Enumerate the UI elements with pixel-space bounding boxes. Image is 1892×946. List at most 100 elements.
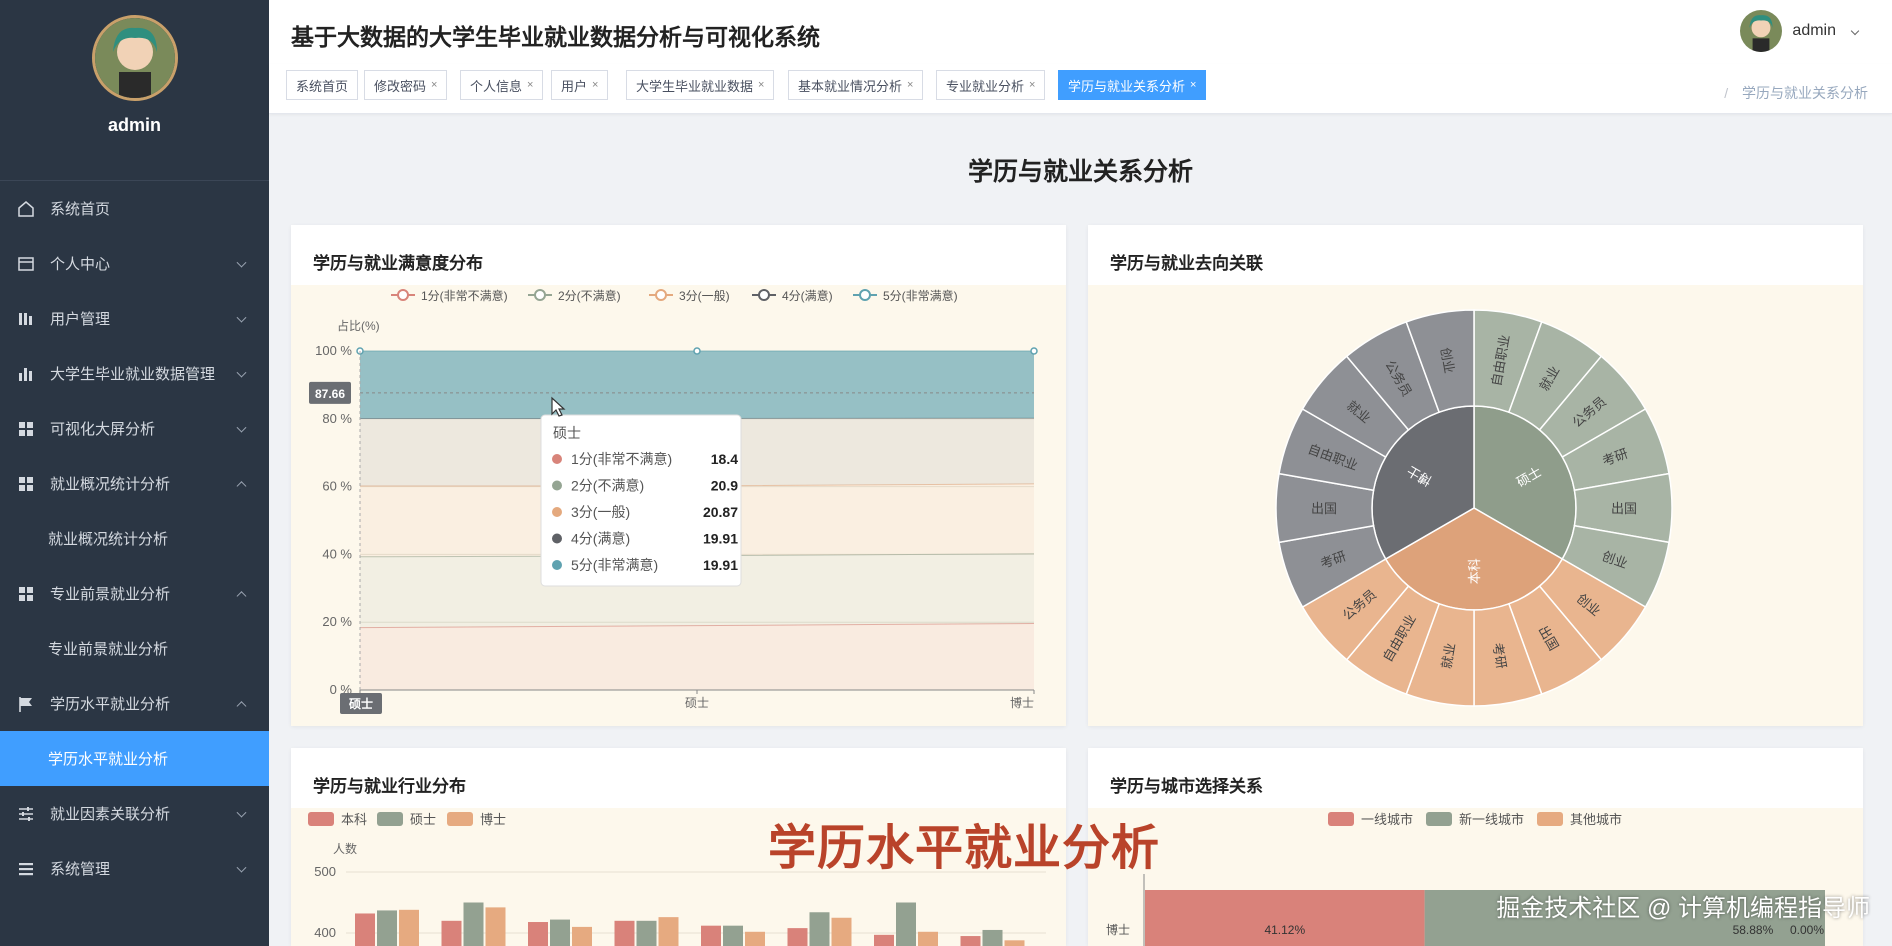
legend-label: 3分(一般) [679, 288, 730, 303]
flag-icon [16, 694, 36, 714]
sidebar-item-label: 个人中心 [50, 256, 111, 273]
grid-icon [16, 474, 36, 494]
sidebar-subitem[interactable]: 专业前景就业分析 [0, 621, 269, 676]
legend-item[interactable]: 硕士 [377, 812, 436, 827]
area-series [360, 623, 1034, 690]
app-title: 基于大数据的大学生毕业就业数据分析与可视化系统 [291, 24, 820, 50]
bar [485, 907, 506, 946]
legend-item[interactable]: 2分(不满意) [528, 288, 621, 303]
close-icon[interactable]: × [1029, 79, 1035, 91]
tooltip-value: 20.87 [703, 504, 738, 520]
sidebar-item-label: 学历水平就业分析 [48, 751, 169, 768]
tick-label: 100 % [315, 343, 352, 358]
legend-item[interactable]: 3分(一般) [649, 288, 730, 303]
sidebar-item[interactable]: 系统管理 [0, 841, 269, 896]
sidebar-item-label: 就业概况统计分析 [48, 531, 169, 548]
legend-item[interactable]: 1分(非常不满意) [391, 288, 508, 303]
destination-chart: 硕士自由职业 就业公务员考研出国创业本科创业出国考研就业自由职业公务员博士考研出国… [1275, 309, 1673, 707]
bar [723, 925, 743, 946]
sidebar-item[interactable]: 学历水平就业分析 [0, 676, 269, 731]
legend-item[interactable]: 5分(非常满意) [853, 288, 958, 303]
sidebar-item[interactable]: 大学生毕业就业数据管理 [0, 346, 269, 401]
bars-icon [16, 309, 36, 329]
chevron-up-icon [236, 590, 247, 601]
tooltip-value: 20.9 [711, 478, 738, 494]
close-icon[interactable]: × [527, 79, 533, 91]
user-name[interactable]: admin [1792, 22, 1836, 40]
bar [658, 917, 679, 946]
bar [1145, 890, 1425, 946]
close-icon[interactable]: × [758, 79, 764, 91]
bar [377, 910, 397, 946]
tab[interactable]: 专业就业分析 × [936, 70, 1046, 100]
sunburst-label: 出国 [1311, 501, 1337, 516]
chart-bars-icon [16, 364, 36, 384]
bar [874, 934, 894, 946]
tooltip-value: 19.91 [703, 531, 738, 547]
sidebar-item[interactable]: 可视化大屏分析 [0, 401, 269, 456]
tooltip-marker [552, 454, 562, 464]
tab[interactable]: 大学生毕业就业数据 × [626, 70, 775, 100]
sidebar-profile: admin [0, 15, 269, 181]
legend-item[interactable]: 新一线城市 [1426, 812, 1524, 827]
bar [918, 931, 938, 946]
tooltip-label: 2分(不满意) [571, 478, 644, 494]
breadcrumb-separator: / [1724, 85, 1729, 101]
tab-bar: / 学历与就业关系分析 系统首页 修改密码 × 个人信息 × 用户 × 大学生毕业就业数据 × 基… [269, 64, 1892, 114]
chevron-down-icon [236, 807, 247, 818]
data-label: 58.88% [1733, 923, 1774, 937]
data-label: 0.00% [1790, 923, 1824, 937]
tab[interactable]: 修改密码 × [364, 70, 448, 100]
breadcrumb-current: 学历与就业关系分析 [1742, 85, 1868, 101]
sidebar-subitem[interactable]: 学历水平就业分析 [0, 731, 269, 786]
sidebar-subitem[interactable]: 就业概况统计分析 [0, 511, 269, 566]
tab[interactable]: 系统首页 [286, 70, 359, 100]
chevron-up-icon [236, 700, 247, 711]
tooltip-marker [552, 507, 562, 517]
tab[interactable]: 学历与就业关系分析 × [1058, 70, 1207, 100]
legend-marker [859, 289, 871, 301]
user-menu[interactable]: admin [1740, 10, 1836, 52]
tooltip-label: 3分(一般) [571, 504, 630, 520]
sidebar-item[interactable]: 专业前景就业分析 [0, 566, 269, 621]
legend-swatch [1328, 812, 1354, 826]
chevron-down-icon [236, 312, 247, 323]
close-icon[interactable]: × [1190, 79, 1196, 91]
tick-label: 20 % [322, 614, 352, 629]
chevron-down-icon [236, 257, 247, 268]
sidebar-item[interactable]: 个人中心 [0, 236, 269, 291]
legend-item[interactable]: 一线城市 [1328, 812, 1413, 827]
tooltip-value: 19.91 [703, 557, 738, 573]
legend-swatch [308, 812, 334, 826]
axis-pointer-label: 87.66 [315, 387, 345, 401]
close-icon[interactable]: × [592, 79, 598, 91]
legend-marker [758, 289, 770, 301]
bar [809, 912, 830, 946]
sidebar-item[interactable]: 用户管理 [0, 291, 269, 346]
user-avatar[interactable] [1740, 10, 1783, 52]
tab-label: 学历与就业关系分析 [1068, 78, 1186, 94]
legend-item[interactable]: 4分(满意) [752, 288, 833, 303]
sidebar-item[interactable]: 系统首页 [0, 181, 269, 236]
tick-label: 400 [314, 925, 336, 940]
close-icon[interactable]: × [907, 79, 913, 91]
close-icon[interactable]: × [431, 79, 437, 91]
chevron-up-icon [236, 480, 247, 491]
legend-item[interactable]: 博士 [447, 812, 506, 827]
bar [960, 936, 981, 946]
sidebar-item[interactable]: 就业因素关联分析 [0, 786, 269, 841]
tooltip-value: 18.4 [711, 451, 738, 467]
legend-label: 1分(非常不满意) [421, 288, 508, 303]
legend-item[interactable]: 其他城市 [1537, 812, 1622, 827]
bar [550, 919, 570, 946]
sidebar-item[interactable]: 就业概况统计分析 [0, 456, 269, 511]
tooltip-marker [552, 560, 562, 570]
tab[interactable]: 基本就业情况分析 × [788, 70, 924, 100]
tab[interactable]: 用户 × [551, 70, 609, 100]
legend-swatch [377, 812, 403, 826]
avatar[interactable] [91, 15, 178, 101]
tab[interactable]: 个人信息 × [460, 70, 544, 100]
legend-marker [534, 289, 546, 301]
legend-item[interactable]: 本科 [308, 812, 367, 827]
chevron-down-icon[interactable] [1850, 26, 1860, 36]
